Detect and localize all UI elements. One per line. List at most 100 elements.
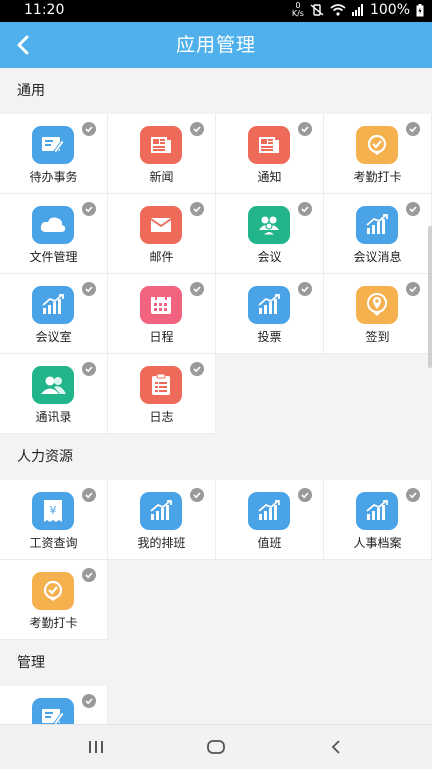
attendance-icon bbox=[356, 126, 398, 164]
recent-apps-icon bbox=[89, 741, 103, 753]
app-grid bbox=[0, 686, 432, 724]
status-time: 11:20 bbox=[24, 2, 65, 18]
app-label: 会议室 bbox=[35, 330, 72, 344]
check-icon[interactable] bbox=[82, 568, 96, 582]
app-label: 签到 bbox=[365, 330, 390, 344]
app-label: 会议 bbox=[257, 250, 282, 264]
app-label: 考勤打卡 bbox=[353, 170, 402, 184]
app-tile[interactable]: 文件管理 bbox=[0, 194, 108, 274]
check-icon[interactable] bbox=[298, 122, 312, 136]
chart-icon bbox=[356, 492, 398, 530]
app-label: 待办事务 bbox=[29, 170, 78, 184]
app-tile[interactable]: 投票 bbox=[216, 274, 324, 354]
section-title: 通用 bbox=[0, 68, 432, 114]
recent-apps-button[interactable] bbox=[66, 725, 126, 769]
check-icon[interactable] bbox=[406, 282, 420, 296]
page-title: 应用管理 bbox=[175, 34, 256, 56]
system-nav-bar bbox=[0, 724, 432, 769]
app-label: 新闻 bbox=[149, 170, 174, 184]
app-tile[interactable]: 待办事务 bbox=[0, 114, 108, 194]
svg-text:¥: ¥ bbox=[50, 504, 57, 517]
check-icon[interactable] bbox=[298, 282, 312, 296]
back-nav-button[interactable] bbox=[306, 725, 366, 769]
battery-percent: 100% bbox=[369, 2, 410, 18]
app-tile[interactable]: 签到 bbox=[324, 274, 432, 354]
app-tile[interactable]: 考勤打卡 bbox=[324, 114, 432, 194]
check-icon[interactable] bbox=[82, 122, 96, 136]
app-label: 日志 bbox=[149, 410, 174, 424]
app-grid: 待办事务 新闻 通知 考勤打卡文件管理 邮件 会议 会议消息会议室 日程 投票 签到通讯录 日志 bbox=[0, 114, 432, 434]
notice-icon bbox=[248, 126, 290, 164]
check-icon[interactable] bbox=[82, 202, 96, 216]
status-bar: 11:20 0 K/s 100% bbox=[0, 0, 432, 22]
section-title: 管理 bbox=[0, 640, 432, 686]
calendar-icon bbox=[140, 286, 182, 324]
attendance-icon bbox=[32, 572, 74, 610]
app-label: 工资查询 bbox=[29, 536, 78, 550]
contacts-icon bbox=[32, 366, 74, 404]
signal-icon bbox=[351, 4, 364, 16]
check-icon[interactable] bbox=[190, 488, 204, 502]
app-label: 文件管理 bbox=[29, 250, 78, 264]
app-label: 邮件 bbox=[149, 250, 174, 264]
todo-icon bbox=[32, 126, 74, 164]
app-label: 通知 bbox=[257, 170, 282, 184]
check-icon[interactable] bbox=[190, 282, 204, 296]
todo-icon bbox=[32, 698, 74, 724]
chart-icon bbox=[356, 206, 398, 244]
app-tile[interactable]: 日程 bbox=[108, 274, 216, 354]
app-label: 考勤打卡 bbox=[29, 616, 78, 630]
app-tile[interactable]: 新闻 bbox=[108, 114, 216, 194]
check-icon[interactable] bbox=[298, 202, 312, 216]
app-tile[interactable]: 会议 bbox=[216, 194, 324, 274]
home-icon bbox=[207, 740, 225, 754]
check-icon[interactable] bbox=[406, 122, 420, 136]
chart-icon bbox=[32, 286, 74, 324]
chart-icon bbox=[140, 492, 182, 530]
app-tile[interactable] bbox=[0, 686, 108, 724]
app-tile[interactable]: 我的排班 bbox=[108, 480, 216, 560]
app-tile[interactable]: 人事档案 bbox=[324, 480, 432, 560]
check-icon[interactable] bbox=[190, 122, 204, 136]
salary-icon: ¥ bbox=[32, 492, 74, 530]
check-icon[interactable] bbox=[406, 202, 420, 216]
app-tile[interactable]: 日志 bbox=[108, 354, 216, 434]
app-grid: ¥ 工资查询 我的排班 值班 人事档案考勤打卡 bbox=[0, 480, 432, 640]
app-header: 应用管理 bbox=[0, 22, 432, 68]
app-tile[interactable]: 会议消息 bbox=[324, 194, 432, 274]
app-label: 通讯录 bbox=[35, 410, 72, 424]
news-icon bbox=[140, 126, 182, 164]
app-tile[interactable]: 通知 bbox=[216, 114, 324, 194]
check-icon[interactable] bbox=[406, 488, 420, 502]
check-icon[interactable] bbox=[298, 488, 312, 502]
app-tile[interactable]: 考勤打卡 bbox=[0, 560, 108, 640]
app-label: 我的排班 bbox=[137, 536, 186, 550]
app-tile[interactable]: 会议室 bbox=[0, 274, 108, 354]
battery-icon bbox=[416, 3, 424, 17]
home-button[interactable] bbox=[186, 725, 246, 769]
check-icon[interactable] bbox=[190, 362, 204, 376]
section-title: 人力资源 bbox=[0, 434, 432, 480]
app-tile[interactable]: 值班 bbox=[216, 480, 324, 560]
app-label: 人事档案 bbox=[353, 536, 402, 550]
app-tile[interactable]: ¥ 工资查询 bbox=[0, 480, 108, 560]
meeting-icon bbox=[248, 206, 290, 244]
cloud-icon bbox=[32, 206, 74, 244]
check-icon[interactable] bbox=[82, 488, 96, 502]
check-icon[interactable] bbox=[82, 694, 96, 708]
app-tile[interactable]: 邮件 bbox=[108, 194, 216, 274]
app-tile[interactable]: 通讯录 bbox=[0, 354, 108, 434]
location-icon bbox=[356, 286, 398, 324]
log-icon bbox=[140, 366, 182, 404]
check-icon[interactable] bbox=[190, 202, 204, 216]
check-icon[interactable] bbox=[82, 282, 96, 296]
network-speed: 0 K/s bbox=[291, 1, 304, 18]
app-list: 通用 待办事务 新闻 通知 考勤打卡 文件管理 邮件 会议 会议消息 会议室 日程 投票 签到 通讯录 日志… bbox=[0, 68, 432, 724]
app-label: 会议消息 bbox=[353, 250, 402, 264]
chart-icon bbox=[248, 286, 290, 324]
scroll-indicator bbox=[428, 226, 432, 368]
check-icon[interactable] bbox=[82, 362, 96, 376]
status-icons: 0 K/s 100% bbox=[292, 2, 424, 18]
back-icon bbox=[331, 740, 340, 754]
vibrate-off-icon bbox=[310, 4, 324, 16]
